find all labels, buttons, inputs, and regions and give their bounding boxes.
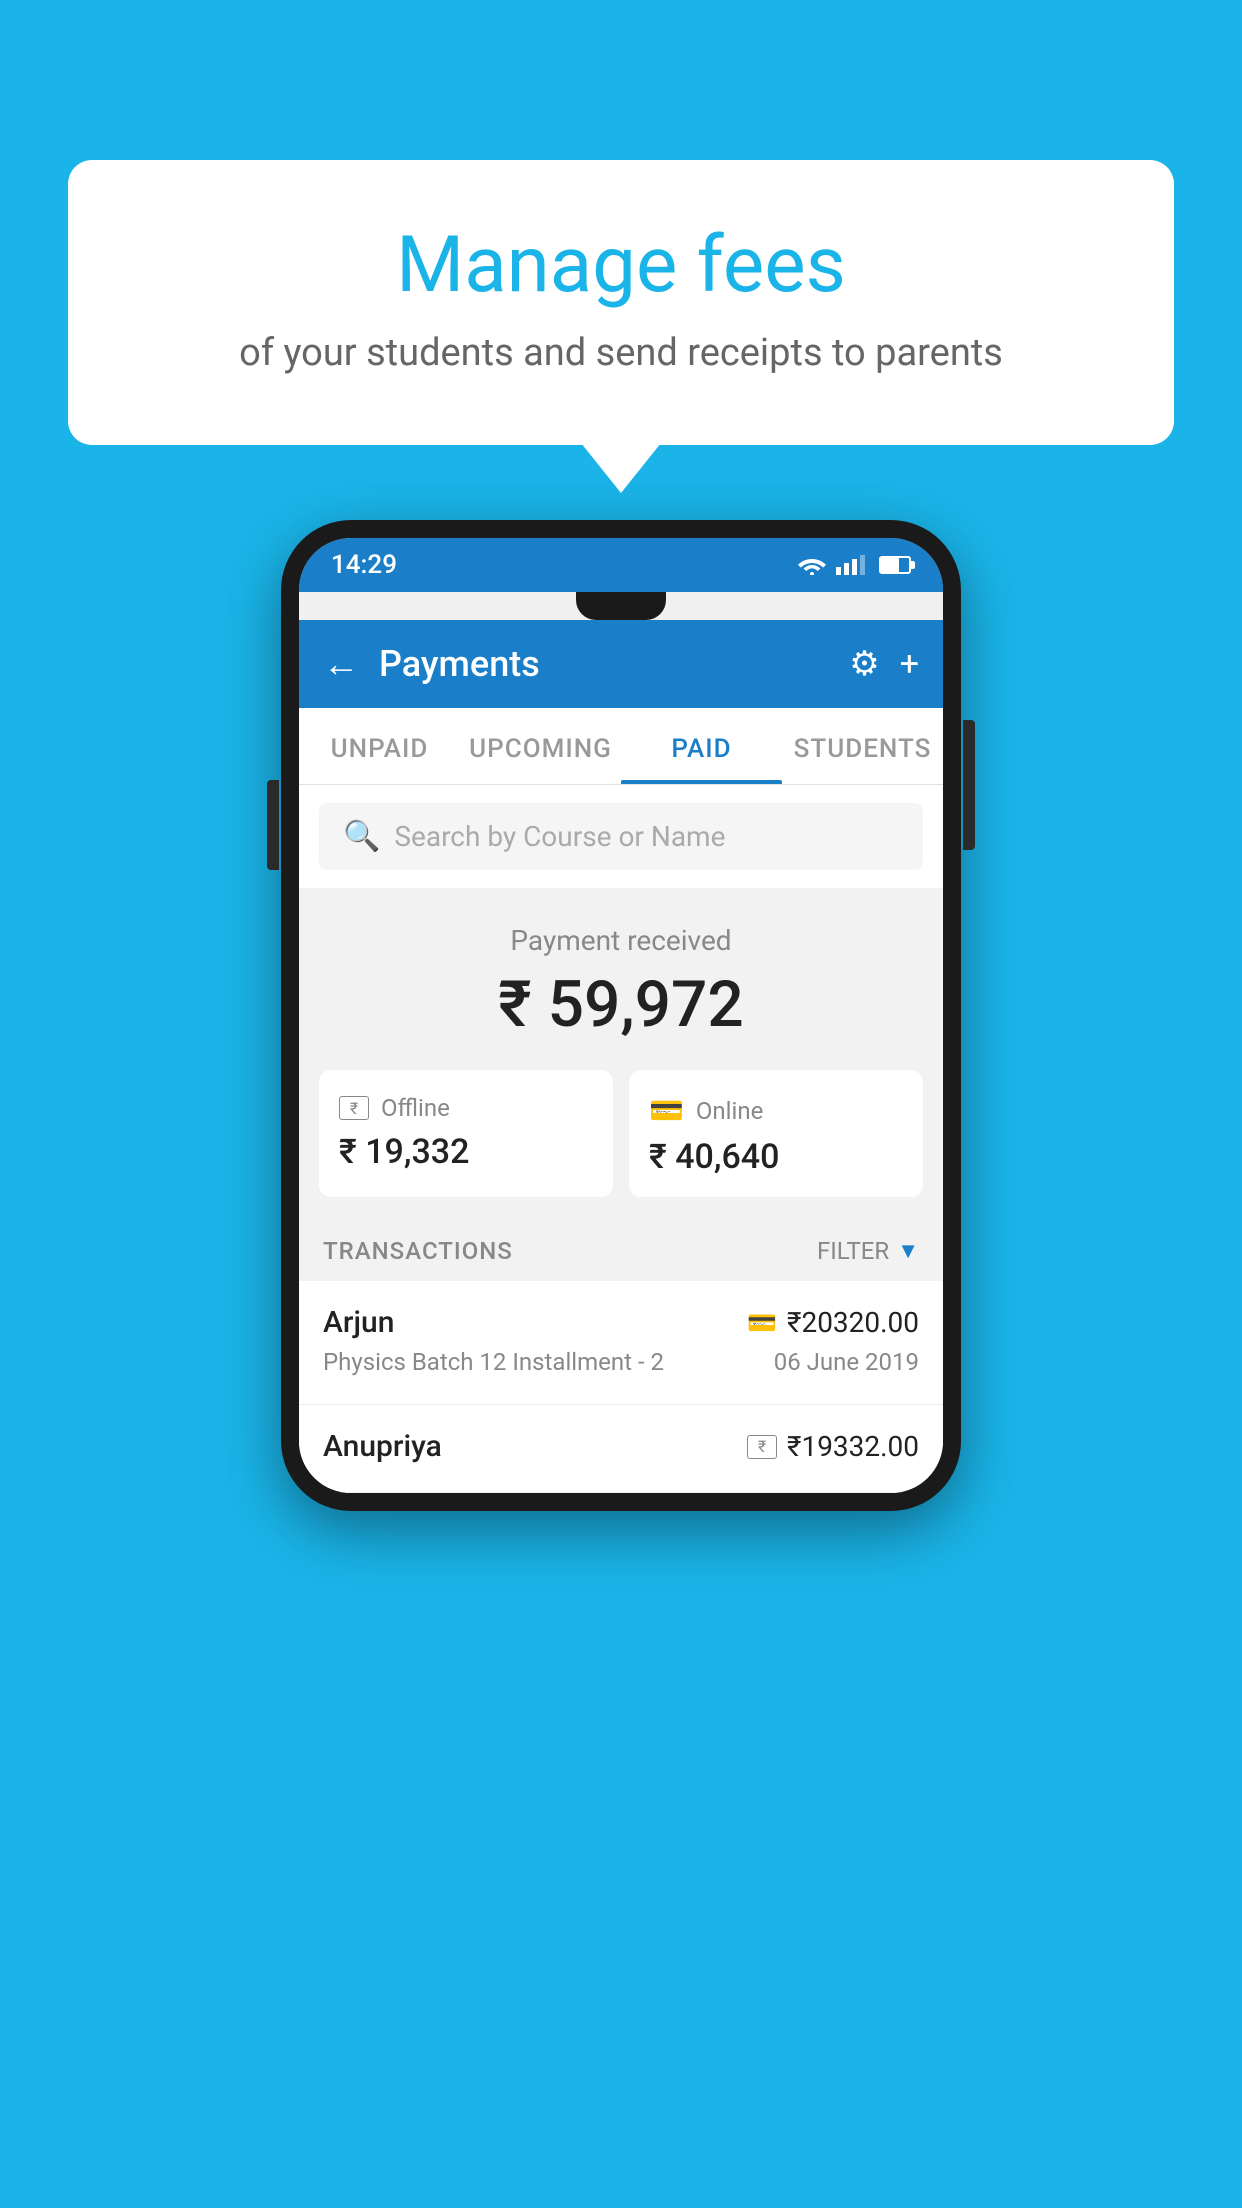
transaction-row-top: Arjun 💳 ₹20320.00 xyxy=(323,1305,919,1340)
phone-notch xyxy=(576,592,666,620)
status-icons xyxy=(798,555,911,575)
filter-label: FILTER xyxy=(817,1237,889,1265)
offline-label: Offline xyxy=(381,1094,450,1122)
rupee-box-icon: ₹ xyxy=(339,1096,369,1120)
status-time: 14:29 xyxy=(331,550,397,580)
payment-received-label: Payment received xyxy=(299,924,943,957)
battery-icon xyxy=(879,556,911,574)
search-input[interactable]: Search by Course or Name xyxy=(394,820,725,853)
speech-bubble-title: Manage fees xyxy=(148,220,1094,311)
tab-paid[interactable]: PAID xyxy=(621,708,782,784)
app-title: Payments xyxy=(379,643,849,685)
search-container: 🔍 Search by Course or Name xyxy=(299,785,943,888)
card-icon: 💳 xyxy=(649,1094,684,1127)
payment-received-section: Payment received ₹ 59,972 xyxy=(299,888,943,1070)
online-label: Online xyxy=(696,1097,763,1125)
payment-cards-row: ₹ Offline ₹ 19,332 💳 Online ₹ 40,640 xyxy=(299,1070,943,1221)
transaction-amount-row-2: ₹ ₹19332.00 xyxy=(747,1430,919,1463)
offline-card-header: ₹ Offline xyxy=(339,1094,593,1122)
screen-content: 🔍 Search by Course or Name Payment recei… xyxy=(299,785,943,1493)
tab-students[interactable]: STUDENTS xyxy=(782,708,943,784)
transaction-amount: ₹20320.00 xyxy=(787,1306,919,1339)
transaction-row-bottom: Physics Batch 12 Installment - 2 06 June… xyxy=(323,1348,919,1376)
app-bar-icons: ⚙ + xyxy=(849,644,919,684)
signal-icon xyxy=(836,555,865,575)
payment-received-amount: ₹ 59,972 xyxy=(299,967,943,1042)
tabs-container: UNPAID UPCOMING PAID STUDENTS xyxy=(299,708,943,785)
back-button[interactable]: ← xyxy=(323,643,359,685)
rupee-box-icon-2: ₹ xyxy=(747,1435,777,1459)
transaction-row-top-2: Anupriya ₹ ₹19332.00 xyxy=(323,1429,919,1464)
filter-icon: ▼ xyxy=(897,1238,919,1264)
offline-card: ₹ Offline ₹ 19,332 xyxy=(319,1070,613,1197)
speech-bubble-subtitle: of your students and send receipts to pa… xyxy=(148,331,1094,375)
status-bar: 14:29 xyxy=(299,538,943,592)
tab-upcoming[interactable]: UPCOMING xyxy=(460,708,621,784)
transaction-item-anupriya[interactable]: Anupriya ₹ ₹19332.00 xyxy=(299,1405,943,1493)
transaction-name-2: Anupriya xyxy=(323,1429,442,1464)
filter-button[interactable]: FILTER ▼ xyxy=(817,1237,919,1265)
transaction-date: 06 June 2019 xyxy=(774,1348,919,1376)
transaction-detail: Physics Batch 12 Installment - 2 xyxy=(323,1348,664,1376)
online-amount: ₹ 40,640 xyxy=(649,1137,903,1177)
online-card: 💳 Online ₹ 40,640 xyxy=(629,1070,923,1197)
transaction-name: Arjun xyxy=(323,1305,394,1340)
transactions-label: TRANSACTIONS xyxy=(323,1237,513,1265)
transaction-amount-row: 💳 ₹20320.00 xyxy=(747,1306,919,1339)
transactions-header: TRANSACTIONS FILTER ▼ xyxy=(299,1221,943,1281)
phone-frame: 14:29 xyxy=(281,520,961,1511)
speech-bubble: Manage fees of your students and send re… xyxy=(68,160,1174,445)
add-button[interactable]: + xyxy=(900,644,919,684)
transaction-item-arjun[interactable]: Arjun 💳 ₹20320.00 Physics Batch 12 Insta… xyxy=(299,1281,943,1405)
speech-bubble-container: Manage fees of your students and send re… xyxy=(68,160,1174,445)
search-icon: 🔍 xyxy=(343,819,380,854)
offline-amount: ₹ 19,332 xyxy=(339,1132,593,1172)
settings-button[interactable]: ⚙ xyxy=(849,644,879,684)
online-card-header: 💳 Online xyxy=(649,1094,903,1127)
transaction-card-icon: 💳 xyxy=(747,1309,777,1337)
tab-unpaid[interactable]: UNPAID xyxy=(299,708,460,784)
app-bar: ← Payments ⚙ + xyxy=(299,620,943,708)
transaction-amount-2: ₹19332.00 xyxy=(787,1430,919,1463)
search-box[interactable]: 🔍 Search by Course or Name xyxy=(319,803,923,870)
wifi-icon xyxy=(798,555,826,575)
